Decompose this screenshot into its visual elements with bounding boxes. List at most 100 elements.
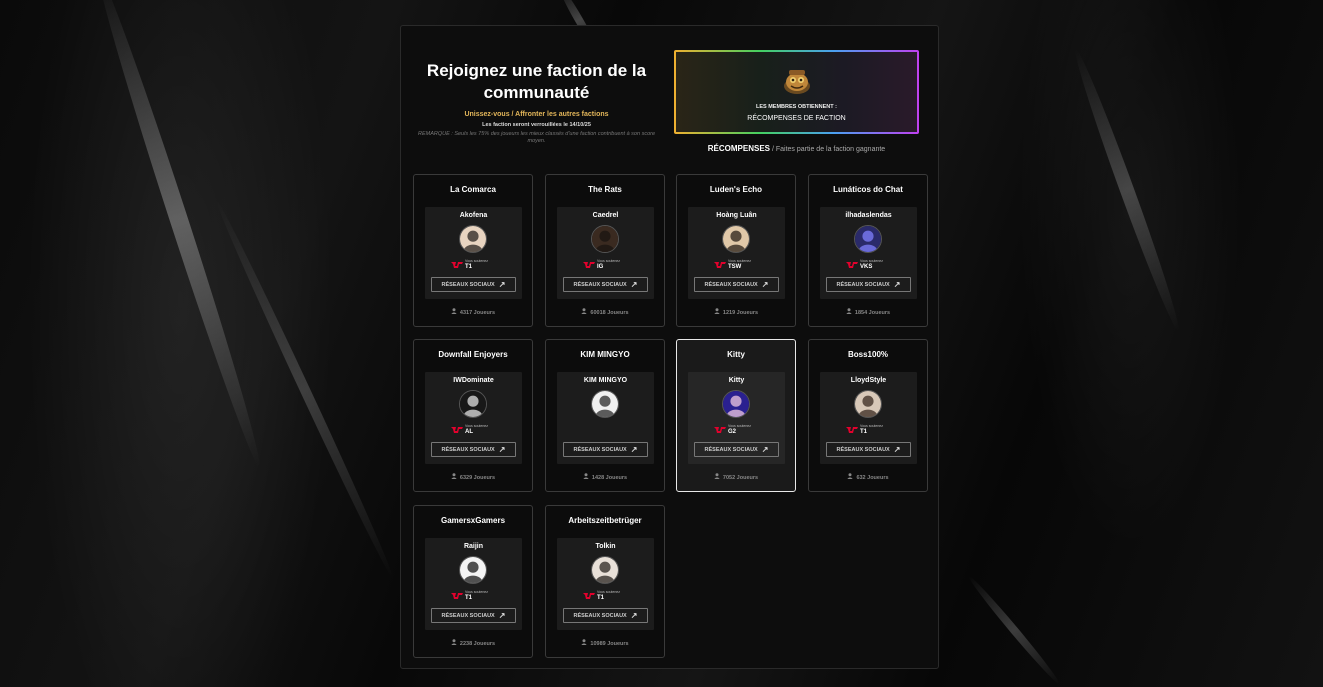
faction-card[interactable]: Arbeitszeitbetrüger Tolkin Vous soutenez… (545, 505, 665, 658)
faction-leader-box: Akofena Vous soutenez T1 RÉSEAUX SOCIAUX… (425, 207, 522, 299)
player-count-text: 2238 Joueurs (459, 641, 496, 647)
external-link-icon: ↗ (630, 445, 638, 454)
player-count-text: 1428 Joueurs (591, 475, 628, 481)
supported-team: Vous soutenez IG (583, 258, 643, 272)
faction-leader-box: ilhadaslendas Vous soutenez VKS RÉSEAUX … (820, 207, 917, 299)
leader-name: Raijin (463, 543, 484, 550)
player-count: 6329 Joueurs (414, 473, 532, 481)
team-name: T1 (465, 264, 473, 270)
faction-name: La Comarca (450, 185, 496, 194)
social-links-button[interactable]: RÉSEAUX SOCIAUX ↗ (431, 442, 516, 457)
social-links-button[interactable]: RÉSEAUX SOCIAUX ↗ (563, 277, 648, 292)
faction-card[interactable]: Lunáticos do Chat ilhadaslendas Vous sou… (808, 174, 928, 327)
faction-card[interactable]: The Rats Caedrel Vous soutenez IG RÉSEAU… (545, 174, 665, 327)
player-count-text: 1219 Joueurs (722, 310, 759, 316)
social-links-button[interactable]: RÉSEAUX SOCIAUX ↗ (694, 277, 779, 292)
avatar-icon[interactable] (854, 225, 882, 253)
player-count: 632 Joueurs (809, 473, 927, 481)
player-count-text: 6329 Joueurs (459, 475, 496, 481)
avatar-icon[interactable] (459, 225, 487, 253)
supported-team: Vous soutenez AL (451, 423, 511, 437)
avatar-image (460, 557, 486, 583)
leader-name: Tolkin (595, 543, 616, 550)
social-button-label: RÉSEAUX SOCIAUX (836, 281, 890, 288)
user-icon (846, 308, 852, 314)
team-logo-icon (451, 593, 463, 599)
avatar-image (855, 226, 881, 252)
supported-team: Vous soutenez T1 (583, 589, 643, 603)
player-count: 1428 Joueurs (546, 473, 664, 481)
avatar-icon[interactable] (722, 390, 750, 418)
social-links-button[interactable]: RÉSEAUX SOCIAUX ↗ (431, 277, 516, 292)
faction-leader-box: IWDominate Vous soutenez AL RÉSEAUX SOCI… (425, 372, 522, 464)
faction-leader-box: Caedrel Vous soutenez IG RÉSEAUX SOCIAUX… (557, 207, 654, 299)
reward-caption: RÉCOMPENSES / Faites partie de la factio… (674, 144, 919, 153)
team-logo-icon (583, 593, 595, 599)
user-icon (714, 473, 720, 479)
faction-leader-box: Raijin Vous soutenez T1 RÉSEAUX SOCIAUX … (425, 538, 522, 630)
external-link-icon: ↗ (630, 280, 638, 289)
reward-caption-strong: RÉCOMPENSES (707, 144, 771, 153)
player-count-text: 7052 Joueurs (722, 475, 759, 481)
user-icon (714, 308, 720, 314)
player-count: 1854 Joueurs (809, 308, 927, 316)
leader-name: Akofena (459, 212, 488, 219)
faction-name: Boss100% (847, 350, 889, 359)
supported-team: Vous soutenez T1 (846, 423, 906, 437)
avatar-image (592, 391, 618, 417)
team-logo-icon (451, 427, 463, 433)
supported-team: Vous soutenez T1 (451, 589, 511, 603)
social-links-button[interactable]: RÉSEAUX SOCIAUX ↗ (694, 442, 779, 457)
faction-card[interactable]: Boss100% LloydStyle Vous soutenez T1 RÉS… (808, 339, 928, 492)
avatar-image (592, 226, 618, 252)
external-link-icon: ↗ (498, 445, 506, 454)
social-links-button[interactable]: RÉSEAUX SOCIAUX ↗ (431, 608, 516, 623)
reward-value: RÉCOMPENSES DE FACTION (747, 115, 846, 122)
external-link-icon: ↗ (893, 280, 901, 289)
supports-label: Vous soutenez (465, 424, 488, 428)
supported-team: Vous soutenez G2 (714, 423, 774, 437)
external-link-icon: ↗ (761, 445, 769, 454)
team-name: T1 (597, 595, 605, 601)
faction-name: Kitty (727, 350, 745, 359)
player-count: 60018 Joueurs (546, 308, 664, 316)
leader-name: Hoàng Luân (716, 212, 757, 219)
faction-card[interactable]: Kitty Kitty Vous soutenez G2 RÉSEAUX SOC… (676, 339, 796, 492)
avatar-icon[interactable] (459, 390, 487, 418)
faction-card[interactable]: La Comarca Akofena Vous soutenez T1 RÉSE… (413, 174, 533, 327)
avatar-icon[interactable] (459, 556, 487, 584)
external-link-icon: ↗ (630, 611, 638, 620)
faction-leader-box: Kitty Vous soutenez G2 RÉSEAUX SOCIAUX ↗ (688, 372, 785, 464)
avatar-icon[interactable] (591, 556, 619, 584)
social-button-label: RÉSEAUX SOCIAUX (573, 612, 627, 619)
social-links-button[interactable]: RÉSEAUX SOCIAUX ↗ (826, 277, 911, 292)
faction-card[interactable]: KIM MINGYO KIM MINGYO RÉSEAUX SOCIAUX ↗ … (545, 339, 665, 492)
user-icon (451, 473, 457, 479)
social-links-button[interactable]: RÉSEAUX SOCIAUX ↗ (563, 442, 648, 457)
remark-note: REMARQUE : Seuls les 75% des joueurs les… (417, 131, 656, 144)
social-links-button[interactable]: RÉSEAUX SOCIAUX ↗ (563, 608, 648, 623)
avatar-icon[interactable] (854, 390, 882, 418)
faction-name: Lunáticos do Chat (833, 185, 903, 194)
avatar-icon[interactable] (722, 225, 750, 253)
faction-name: Downfall Enjoyers (438, 350, 508, 359)
social-button-label: RÉSEAUX SOCIAUX (441, 446, 495, 453)
player-count: 1219 Joueurs (677, 308, 795, 316)
faction-card[interactable]: Downfall Enjoyers IWDominate Vous souten… (413, 339, 533, 492)
faction-card[interactable]: GamersxGamers Raijin Vous soutenez T1 RÉ… (413, 505, 533, 658)
avatar-image (723, 226, 749, 252)
team-name: AL (465, 429, 473, 435)
supports-label: Vous soutenez (860, 259, 883, 263)
supported-team: Vous soutenez T1 (451, 258, 511, 272)
reward-label: LES MEMBRES OBTIENNENT : (756, 104, 837, 110)
player-count: 4317 Joueurs (414, 308, 532, 316)
social-links-button[interactable]: RÉSEAUX SOCIAUX ↗ (826, 442, 911, 457)
team-name: T1 (860, 429, 868, 435)
user-icon (451, 639, 457, 645)
team-name: TSW (728, 264, 742, 270)
avatar-icon[interactable] (591, 390, 619, 418)
page-subtitle: Unissez-vous / Affronter les autres fact… (464, 111, 609, 118)
avatar-icon[interactable] (591, 225, 619, 253)
faction-card[interactable]: Luden's Echo Hoàng Luân Vous soutenez TS… (676, 174, 796, 327)
supports-label: Vous soutenez (728, 259, 751, 263)
